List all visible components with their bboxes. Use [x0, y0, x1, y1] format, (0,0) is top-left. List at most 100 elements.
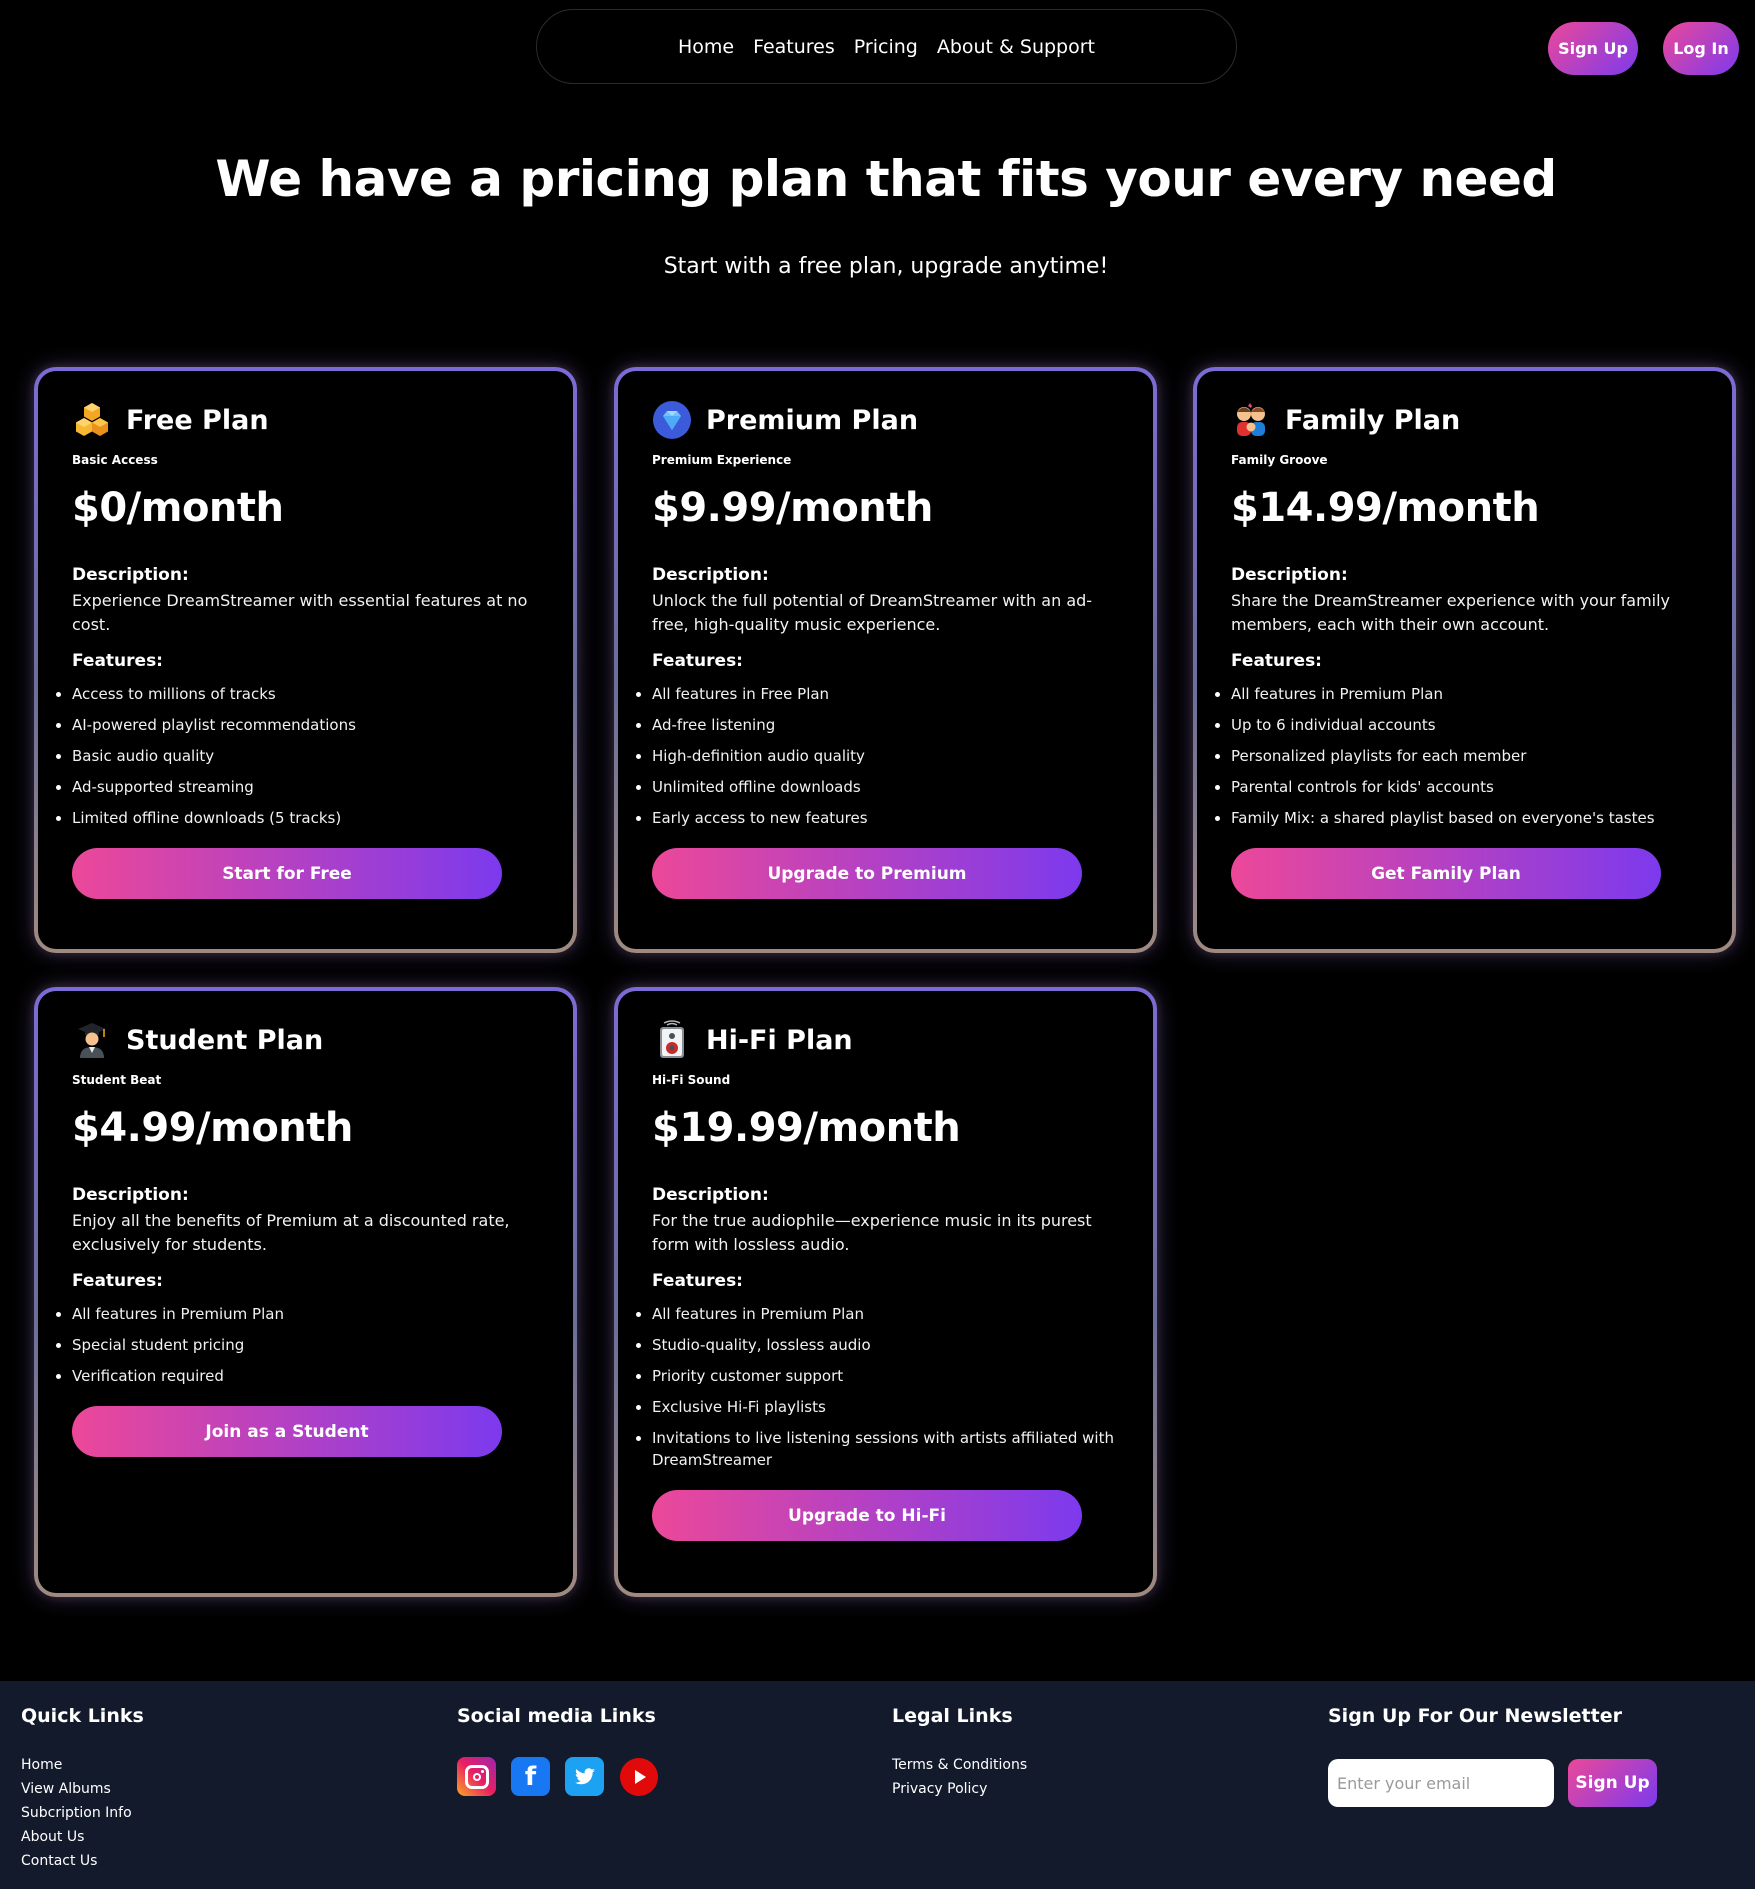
nav-features[interactable]: Features: [753, 36, 835, 58]
plan-header: Student Plan: [72, 1019, 539, 1061]
plan-tag: Premium Experience: [652, 453, 792, 467]
plan-description: Experience DreamStreamer with essential …: [72, 591, 528, 634]
upgrade-hifi-button[interactable]: Upgrade to Hi-Fi: [652, 1490, 1082, 1541]
page-title: We have a pricing plan that fits your ev…: [215, 150, 1557, 208]
footer-quick-links: Quick Links Home View Albums Subcription…: [21, 1705, 144, 1873]
gem-icon: [652, 400, 692, 440]
feature-list: All features in Free Plan Ad-free listen…: [636, 679, 1119, 834]
plan-header: Premium Plan: [652, 399, 1119, 441]
plan-card-premium: Premium Plan Premium Experience $9.99/mo…: [614, 367, 1157, 953]
plan-header: Free Plan: [72, 399, 539, 441]
feature-item: All features in Premium Plan: [1215, 679, 1698, 710]
plan-tag: Hi-Fi Sound: [652, 1073, 731, 1087]
feature-item: Special student pricing: [56, 1330, 539, 1361]
plan-tag: Student Beat: [72, 1073, 162, 1087]
plan-card-hifi: Hi-Fi Plan Hi-Fi Sound $19.99/month Desc…: [614, 987, 1157, 1597]
cubes-icon: [72, 400, 112, 440]
footer-link-terms[interactable]: Terms & Conditions: [892, 1753, 1027, 1777]
newsletter-signup-button[interactable]: Sign Up: [1568, 1759, 1657, 1807]
feature-item: Priority customer support: [636, 1361, 1119, 1392]
plan-name: Hi-Fi Plan: [706, 1024, 853, 1056]
footer-newsletter: Sign Up For Our Newsletter Sign Up: [1328, 1705, 1657, 1807]
student-icon: [72, 1020, 112, 1060]
feature-item: Verification required: [56, 1361, 539, 1392]
footer-social: Social media Links f: [457, 1705, 658, 1796]
plan-price: $4.99/month: [72, 1105, 353, 1151]
feature-item: All features in Premium Plan: [636, 1299, 1119, 1330]
plan-price: $0/month: [72, 485, 284, 531]
footer-legal: Legal Links Terms & Conditions Privacy P…: [892, 1705, 1027, 1801]
plan-header: Family Plan: [1231, 399, 1698, 441]
plan-name: Student Plan: [126, 1024, 324, 1056]
feature-list: All features in Premium Plan Studio-qual…: [636, 1299, 1119, 1476]
newsletter-email-input[interactable]: [1328, 1759, 1554, 1807]
plan-card-student: Student Plan Student Beat $4.99/month De…: [34, 987, 577, 1597]
get-family-plan-button[interactable]: Get Family Plan: [1231, 848, 1661, 899]
upgrade-premium-button[interactable]: Upgrade to Premium: [652, 848, 1082, 899]
feature-item: Unlimited offline downloads: [636, 772, 1119, 803]
family-icon: [1231, 400, 1271, 440]
feature-item: Invitations to live listening sessions w…: [636, 1423, 1119, 1476]
description-label: Description:: [1231, 565, 1348, 585]
features-label: Features:: [1231, 651, 1322, 671]
plan-price: $14.99/month: [1231, 485, 1540, 531]
page-subtitle: Start with a free plan, upgrade anytime!: [663, 254, 1109, 279]
plan-name: Free Plan: [126, 404, 269, 436]
nav-about-support[interactable]: About & Support: [937, 36, 1095, 58]
signup-button[interactable]: Sign Up: [1548, 22, 1638, 75]
description-label: Description:: [72, 565, 189, 585]
features-label: Features:: [652, 1271, 743, 1291]
feature-item: All features in Free Plan: [636, 679, 1119, 710]
feature-item: Studio-quality, lossless audio: [636, 1330, 1119, 1361]
plan-header: Hi-Fi Plan: [652, 1019, 1119, 1061]
footer-link-home[interactable]: Home: [21, 1753, 144, 1777]
quick-links-list: Home View Albums Subcription Info About …: [21, 1753, 144, 1873]
twitter-icon[interactable]: [565, 1757, 604, 1796]
description-label: Description:: [652, 1185, 769, 1205]
feature-list: Access to millions of tracks AI-powered …: [56, 679, 539, 834]
description-label: Description:: [652, 565, 769, 585]
nav-pricing[interactable]: Pricing: [854, 36, 918, 58]
feature-item: Family Mix: a shared playlist based on e…: [1215, 803, 1698, 834]
plan-card-free: Free Plan Basic Access $0/month Descript…: [34, 367, 577, 953]
features-label: Features:: [652, 651, 743, 671]
start-free-button[interactable]: Start for Free: [72, 848, 502, 899]
feature-item: All features in Premium Plan: [56, 1299, 539, 1330]
main-nav: Home Features Pricing About & Support: [536, 9, 1237, 84]
footer-title: Sign Up For Our Newsletter: [1328, 1705, 1622, 1727]
footer-title: Quick Links: [21, 1705, 144, 1727]
feature-item: Personalized playlists for each member: [1215, 741, 1698, 772]
features-label: Features:: [72, 1271, 163, 1291]
facebook-icon[interactable]: f: [511, 1757, 550, 1796]
footer-link-contact[interactable]: Contact Us: [21, 1849, 144, 1873]
plan-tag: Basic Access: [72, 453, 158, 467]
site-footer: Quick Links Home View Albums Subcription…: [0, 1681, 1755, 1889]
nav-home[interactable]: Home: [678, 36, 734, 58]
footer-link-subscription[interactable]: Subcription Info: [21, 1801, 144, 1825]
footer-link-about[interactable]: About Us: [21, 1825, 144, 1849]
legal-links-list: Terms & Conditions Privacy Policy: [892, 1753, 1027, 1801]
login-button[interactable]: Log In: [1663, 22, 1739, 75]
footer-link-privacy[interactable]: Privacy Policy: [892, 1777, 1027, 1801]
plan-description: Unlock the full potential of DreamStream…: [652, 591, 1093, 634]
youtube-icon[interactable]: [619, 1757, 658, 1796]
plan-tag: Family Groove: [1231, 453, 1328, 467]
feature-item: Exclusive Hi-Fi playlists: [636, 1392, 1119, 1423]
plan-price: $19.99/month: [652, 1105, 961, 1151]
plan-name: Family Plan: [1285, 404, 1461, 436]
instagram-icon[interactable]: [457, 1757, 496, 1796]
feature-item: Early access to new features: [636, 803, 1119, 834]
newsletter-form: Sign Up: [1328, 1759, 1657, 1807]
join-student-button[interactable]: Join as a Student: [72, 1406, 502, 1457]
feature-list: All features in Premium Plan Special stu…: [56, 1299, 539, 1392]
plan-name: Premium Plan: [706, 404, 919, 436]
feature-item: Basic audio quality: [56, 741, 539, 772]
description-label: Description:: [72, 1185, 189, 1205]
feature-item: High-definition audio quality: [636, 741, 1119, 772]
features-label: Features:: [72, 651, 163, 671]
feature-item: Ad-free listening: [636, 710, 1119, 741]
feature-list: All features in Premium Plan Up to 6 ind…: [1215, 679, 1698, 834]
plan-price: $9.99/month: [652, 485, 933, 531]
footer-link-albums[interactable]: View Albums: [21, 1777, 144, 1801]
plan-description: Share the DreamStreamer experience with …: [1231, 591, 1671, 634]
